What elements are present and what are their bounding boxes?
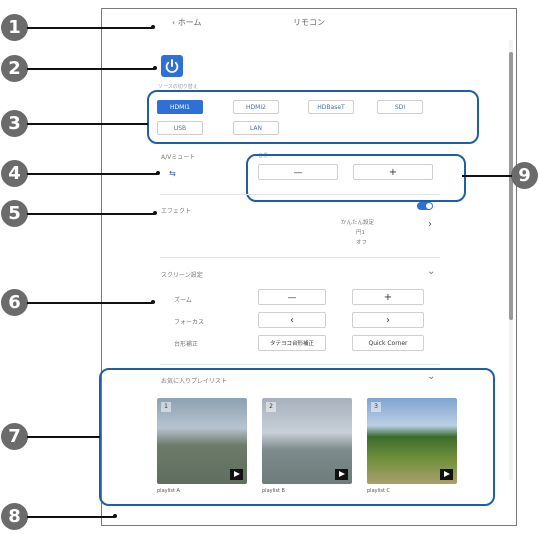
volume-down-button[interactable]: — bbox=[258, 164, 338, 180]
source-label: ソースの切り替え bbox=[158, 84, 198, 90]
effect-toggle[interactable] bbox=[417, 202, 433, 210]
source-hdbaset[interactable]: HDBaseT bbox=[308, 100, 354, 114]
leader-line bbox=[27, 516, 114, 518]
chevron-right-icon[interactable]: › bbox=[428, 219, 432, 230]
hv-keystone-button[interactable]: タテヨコ台形補正 bbox=[258, 335, 326, 351]
source-usb[interactable]: USB bbox=[157, 121, 203, 135]
divider bbox=[160, 194, 440, 195]
leader-line bbox=[27, 27, 152, 29]
focus-label: フォーカス bbox=[174, 319, 205, 326]
leader-line bbox=[27, 173, 157, 175]
playlist-thumbnail[interactable]: 3 bbox=[367, 398, 457, 484]
play-icon[interactable] bbox=[230, 469, 243, 480]
source-callout-box bbox=[147, 90, 479, 144]
playlist-thumbnail[interactable]: 2 bbox=[262, 398, 352, 484]
playlist-name: playlist B bbox=[262, 488, 285, 494]
callout-7: 7 bbox=[1, 423, 28, 450]
source-hdmi1[interactable]: HDMI1 bbox=[157, 100, 203, 114]
divider bbox=[160, 364, 440, 365]
leader-line bbox=[27, 302, 152, 304]
keystone-label: 台形補正 bbox=[174, 341, 199, 348]
av-mute-icon[interactable]: ⇆ bbox=[169, 169, 176, 178]
quick-corner-button[interactable]: Quick Corner bbox=[352, 335, 424, 351]
chevron-right-icon: › bbox=[386, 315, 390, 326]
leader-dot bbox=[151, 25, 155, 29]
power-button[interactable] bbox=[161, 55, 183, 77]
leader-line bbox=[27, 123, 148, 125]
play-icon[interactable] bbox=[335, 469, 348, 480]
av-mute-label: A/Vミュート bbox=[161, 154, 196, 161]
focus-left-button[interactable]: ‹ bbox=[258, 312, 326, 328]
leader-dot bbox=[153, 66, 157, 70]
callout-5: 5 bbox=[1, 200, 28, 227]
callout-6: 6 bbox=[1, 289, 28, 316]
chevron-down-icon[interactable]: ⌄ bbox=[427, 266, 435, 277]
zoom-plus-button[interactable]: + bbox=[352, 289, 424, 305]
scrollbar-thumb[interactable] bbox=[509, 52, 513, 320]
leader-dot bbox=[151, 300, 155, 304]
callout-3: 3 bbox=[1, 110, 28, 137]
playlist-thumbnail[interactable]: 1 bbox=[157, 398, 247, 484]
power-icon bbox=[165, 59, 179, 73]
leader-line bbox=[462, 175, 512, 177]
playlist-name: playlist C bbox=[367, 488, 391, 494]
focus-right-button[interactable]: › bbox=[352, 312, 424, 328]
leader-dot bbox=[156, 171, 160, 175]
divider bbox=[160, 257, 440, 258]
effect-label: エフェクト bbox=[161, 208, 192, 215]
playlist-name: playlist A bbox=[157, 488, 180, 494]
chevron-left-icon: ‹ bbox=[290, 315, 294, 326]
callout-8: 8 bbox=[1, 503, 28, 530]
source-lan[interactable]: LAN bbox=[233, 121, 279, 135]
effect-value-3: オフ bbox=[356, 240, 368, 246]
playlist-number: 2 bbox=[266, 402, 276, 412]
source-hdmi2[interactable]: HDMI2 bbox=[233, 100, 279, 114]
volume-up-button[interactable]: + bbox=[353, 164, 433, 180]
zoom-label: ズーム bbox=[174, 297, 192, 304]
play-icon[interactable] bbox=[440, 469, 453, 480]
callout-1: 1 bbox=[1, 14, 28, 41]
zoom-minus-button[interactable]: — bbox=[258, 289, 326, 305]
playlist-number: 1 bbox=[161, 402, 171, 412]
leader-line bbox=[27, 436, 100, 438]
effect-value-1: かんたん設定 bbox=[341, 220, 375, 226]
leader-dot bbox=[113, 514, 117, 518]
source-sdi[interactable]: SDI bbox=[377, 100, 423, 114]
callout-9: 9 bbox=[511, 162, 538, 189]
effect-value-2: 円1 bbox=[356, 230, 365, 236]
screen-settings-label: スクリーン設定 bbox=[161, 272, 203, 279]
header: ‹ ホーム リモコン bbox=[102, 9, 516, 35]
page-title: リモコン bbox=[293, 18, 325, 27]
leader-dot bbox=[153, 211, 157, 215]
callout-4: 4 bbox=[1, 160, 28, 187]
callout-2: 2 bbox=[1, 55, 28, 82]
leader-line bbox=[27, 213, 154, 215]
playlist-number: 3 bbox=[371, 402, 381, 412]
leader-line bbox=[27, 68, 154, 70]
